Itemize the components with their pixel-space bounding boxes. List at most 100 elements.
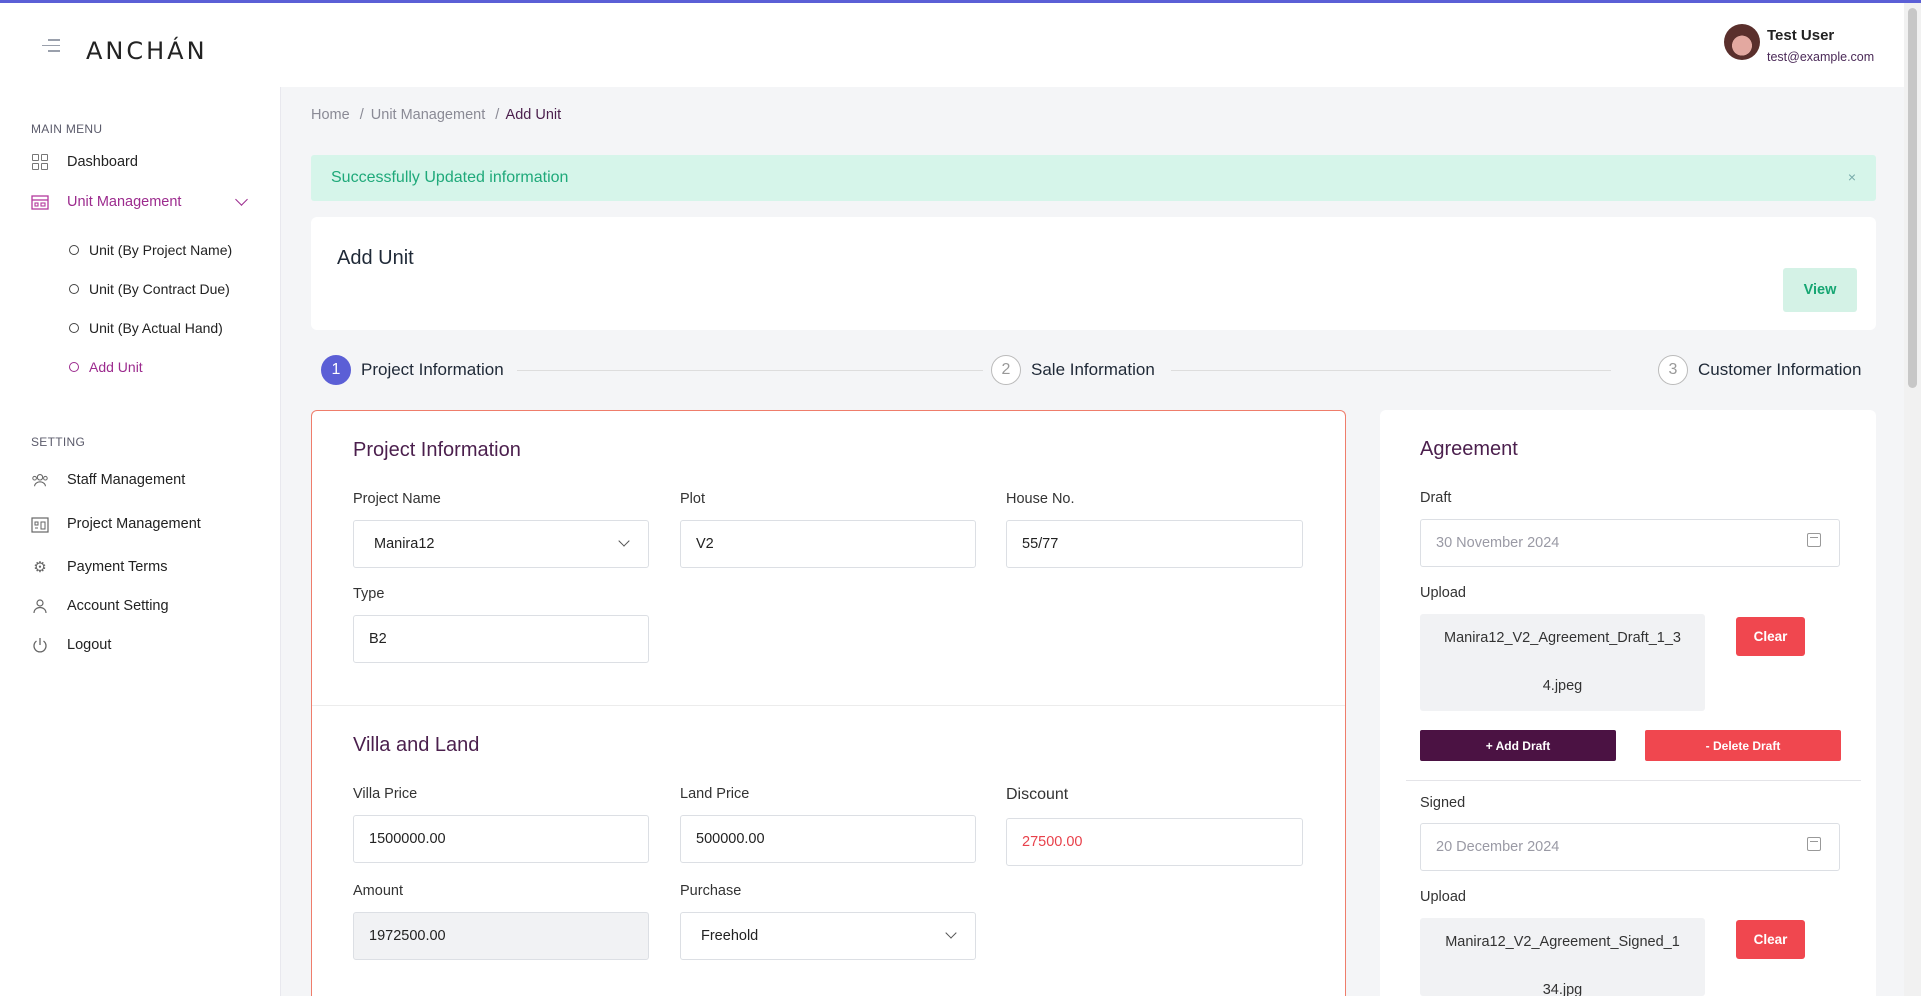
clear-button[interactable]: Clear <box>1736 617 1805 656</box>
add-draft-button[interactable]: + Add Draft <box>1420 730 1616 761</box>
stepper: 1 Project Information 2 Sale Information… <box>321 355 1876 389</box>
delete-draft-button[interactable]: - Delete Draft <box>1645 730 1841 761</box>
project-name-label: Project Name <box>353 491 441 507</box>
avatar[interactable] <box>1724 24 1760 60</box>
draft-upload-box[interactable]: Manira12_V2_Agreement_Draft_1_3 4.jpeg <box>1420 614 1705 711</box>
purchase-label: Purchase <box>680 883 742 899</box>
sidebar-subitem-by-project-name[interactable]: Unit (By Project Name) <box>69 242 232 258</box>
step-customer-information[interactable]: 3 Customer Information <box>1658 355 1861 385</box>
alert-message: Successfully Updated information <box>331 169 569 186</box>
page-title: Add Unit <box>337 247 414 269</box>
house-no-label: House No. <box>1006 491 1075 507</box>
sidebar: MAIN MENU Dashboard Unit Management Unit… <box>0 87 281 996</box>
sidebar-item-staff-management[interactable]: Staff Management <box>31 471 185 489</box>
signed-upload-label: Upload <box>1420 889 1466 905</box>
sidebar-item-unit-management[interactable]: Unit Management <box>31 193 181 211</box>
step-project-information[interactable]: 1 Project Information <box>321 355 504 385</box>
plot-input[interactable]: V2 <box>680 520 976 568</box>
close-icon[interactable]: × <box>1848 169 1856 185</box>
discount-input[interactable]: 27500.00 <box>1006 818 1303 866</box>
amount-input: 1972500.00 <box>353 912 649 960</box>
grid-icon <box>31 153 49 171</box>
upload-label: Upload <box>1420 585 1466 601</box>
chevron-down-icon <box>945 927 957 939</box>
sidebar-item-payment-terms[interactable]: ⚙ Payment Terms <box>31 558 167 576</box>
type-label: Type <box>353 586 385 602</box>
purchase-value: Freehold <box>701 928 759 944</box>
sidebar-item-label: Staff Management <box>67 472 186 488</box>
calendar-icon[interactable] <box>1807 533 1821 547</box>
sidebar-item-dashboard[interactable]: Dashboard <box>31 153 138 171</box>
draft-date-value: 30 November 2024 <box>1436 535 1560 551</box>
project-icon <box>31 515 49 533</box>
menu-toggle-icon[interactable] <box>42 39 60 53</box>
step-label: Customer Information <box>1698 360 1862 379</box>
sidebar-item-label: Unit Management <box>67 194 182 210</box>
sidebar-subitem-by-actual-hand[interactable]: Unit (By Actual Hand) <box>69 320 223 336</box>
section-title-project-information: Project Information <box>353 439 521 461</box>
user-name[interactable]: Test User <box>1767 27 1834 44</box>
file-name: 4.jpeg <box>1542 678 1583 694</box>
sidebar-subitem-label: Unit (By Actual Hand) <box>89 320 223 336</box>
signed-date-input[interactable]: 20 December 2024 <box>1420 823 1840 871</box>
power-icon <box>31 636 49 654</box>
breadcrumb-current: Add Unit <box>505 107 562 123</box>
agreement-card: Agreement Draft 30 November 2024 Upload … <box>1380 410 1876 996</box>
step-number: 3 <box>1658 355 1688 385</box>
land-price-input[interactable]: 500000.00 <box>680 815 976 863</box>
sidebar-item-label: Project Management <box>67 516 201 532</box>
calendar-icon[interactable] <box>1807 837 1821 851</box>
page-header-card: Add Unit View <box>311 217 1876 330</box>
sidebar-item-logout[interactable]: Logout <box>31 636 111 654</box>
gear-icon: ⚙ <box>33 559 47 576</box>
sidebar-item-label: Account Setting <box>67 598 169 614</box>
signed-clear-button[interactable]: Clear <box>1736 920 1805 959</box>
app-logo[interactable]: ANCHÁN <box>86 37 208 65</box>
chevron-down-icon[interactable] <box>235 193 248 206</box>
circle-icon <box>69 284 79 294</box>
signed-label: Signed <box>1420 795 1466 811</box>
view-button[interactable]: View <box>1783 268 1857 312</box>
circle-icon <box>69 323 79 333</box>
breadcrumb-separator: / <box>495 107 500 123</box>
step-connector <box>1171 370 1611 371</box>
villa-price-input[interactable]: 1500000.00 <box>353 815 649 863</box>
section-title-villa-and-land: Villa and Land <box>353 734 480 756</box>
sidebar-item-project-management[interactable]: Project Management <box>31 515 201 533</box>
signed-date-value: 20 December 2024 <box>1436 839 1560 855</box>
step-label: Project Information <box>361 360 504 379</box>
success-alert: Successfully Updated information × <box>311 155 1876 201</box>
step-sale-information[interactable]: 2 Sale Information <box>991 355 1155 385</box>
setting-heading: SETTING <box>31 435 86 449</box>
purchase-select[interactable]: Freehold <box>680 912 976 960</box>
draft-date-input[interactable]: 30 November 2024 <box>1420 519 1840 567</box>
project-form-card: Project Information Project Name Manira1… <box>311 410 1346 996</box>
sidebar-item-label: Payment Terms <box>67 559 168 575</box>
sidebar-item-label: Logout <box>67 637 112 653</box>
project-name-select[interactable]: Manira12 <box>353 520 649 568</box>
step-label: Sale Information <box>1031 360 1155 379</box>
breadcrumb-unit-management[interactable]: Unit Management <box>371 107 485 123</box>
house-no-input[interactable]: 55/77 <box>1006 520 1303 568</box>
section-divider <box>312 705 1345 706</box>
signed-upload-box[interactable]: Manira12_V2_Agreement_Signed_1 34.jpg <box>1420 918 1705 996</box>
user-icon <box>31 597 49 615</box>
sidebar-item-account-setting[interactable]: Account Setting <box>31 597 169 615</box>
main-menu-heading: MAIN MENU <box>31 122 103 136</box>
type-input[interactable]: B2 <box>353 615 649 663</box>
chevron-down-icon <box>618 535 630 547</box>
circle-icon <box>69 362 79 372</box>
step-connector <box>517 370 983 371</box>
breadcrumb: Home / Unit Management / Add Unit <box>311 107 561 123</box>
sidebar-subitem-add-unit[interactable]: Add Unit <box>69 359 143 375</box>
sidebar-item-label: Dashboard <box>67 154 138 170</box>
breadcrumb-home[interactable]: Home <box>311 107 350 123</box>
sidebar-subitem-by-contract-due[interactable]: Unit (By Contract Due) <box>69 281 230 297</box>
sidebar-subitem-label: Unit (By Contract Due) <box>89 281 230 297</box>
file-name: 34.jpg <box>1542 982 1583 996</box>
users-icon <box>31 471 49 489</box>
step-number: 2 <box>991 355 1021 385</box>
top-header: ANCHÁN Test User test@example.com <box>0 3 1904 87</box>
villa-price-label: Villa Price <box>353 786 418 802</box>
scrollbar-thumb[interactable] <box>1908 8 1917 388</box>
